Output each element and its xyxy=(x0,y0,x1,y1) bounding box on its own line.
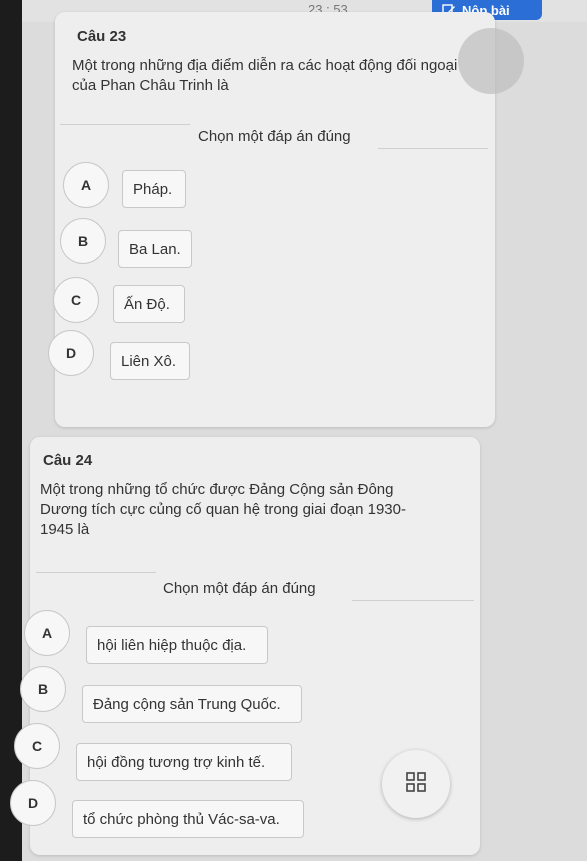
question-navigator-button[interactable] xyxy=(382,750,450,818)
option-d-answer[interactable]: tổ chức phòng thủ Vác-sa-va. xyxy=(72,800,304,838)
instruction-text: Chọn một đáp án đúng xyxy=(163,580,316,597)
grid-icon xyxy=(405,771,427,798)
option-b-circle[interactable]: B xyxy=(60,218,106,264)
option-b-answer[interactable]: Ba Lan. xyxy=(118,230,192,268)
option-c-answer[interactable]: hội đồng tương trợ kinh tế. xyxy=(76,743,292,781)
option-d-circle[interactable]: D xyxy=(48,330,94,376)
option-c-circle[interactable]: C xyxy=(53,277,99,323)
question-text-line: 1945 là xyxy=(40,521,90,538)
divider-left xyxy=(60,124,190,125)
question-title: Câu 24 xyxy=(43,452,93,469)
instruction-text: Chọn một đáp án đúng xyxy=(198,128,351,145)
divider-right xyxy=(352,600,474,601)
option-d-answer[interactable]: Liên Xô. xyxy=(110,342,190,380)
decorative-circle xyxy=(458,28,524,94)
question-text-line: Một trong những địa điểm diễn ra các hoạ… xyxy=(72,57,458,74)
option-a-circle[interactable]: A xyxy=(63,162,109,208)
option-a-circle[interactable]: A xyxy=(24,610,70,656)
option-a-answer[interactable]: hội liên hiệp thuộc địa. xyxy=(86,626,268,664)
option-b-circle[interactable]: B xyxy=(20,666,66,712)
option-a-answer[interactable]: Pháp. xyxy=(122,170,186,208)
question-title: Câu 23 xyxy=(77,28,127,45)
option-c-circle[interactable]: C xyxy=(14,723,60,769)
divider-right xyxy=(378,148,488,149)
question-text-line: của Phan Châu Trinh là xyxy=(72,77,229,94)
option-d-circle[interactable]: D xyxy=(10,780,56,826)
option-b-answer[interactable]: Đảng cộng sản Trung Quốc. xyxy=(82,685,302,723)
question-text-line: Một trong những tổ chức được Đảng Cộng s… xyxy=(40,481,394,498)
question-text-line: Dương tích cực củng cố quan hệ trong gia… xyxy=(40,501,406,518)
divider-left xyxy=(36,572,156,573)
option-c-answer[interactable]: Ấn Độ. xyxy=(113,285,185,323)
